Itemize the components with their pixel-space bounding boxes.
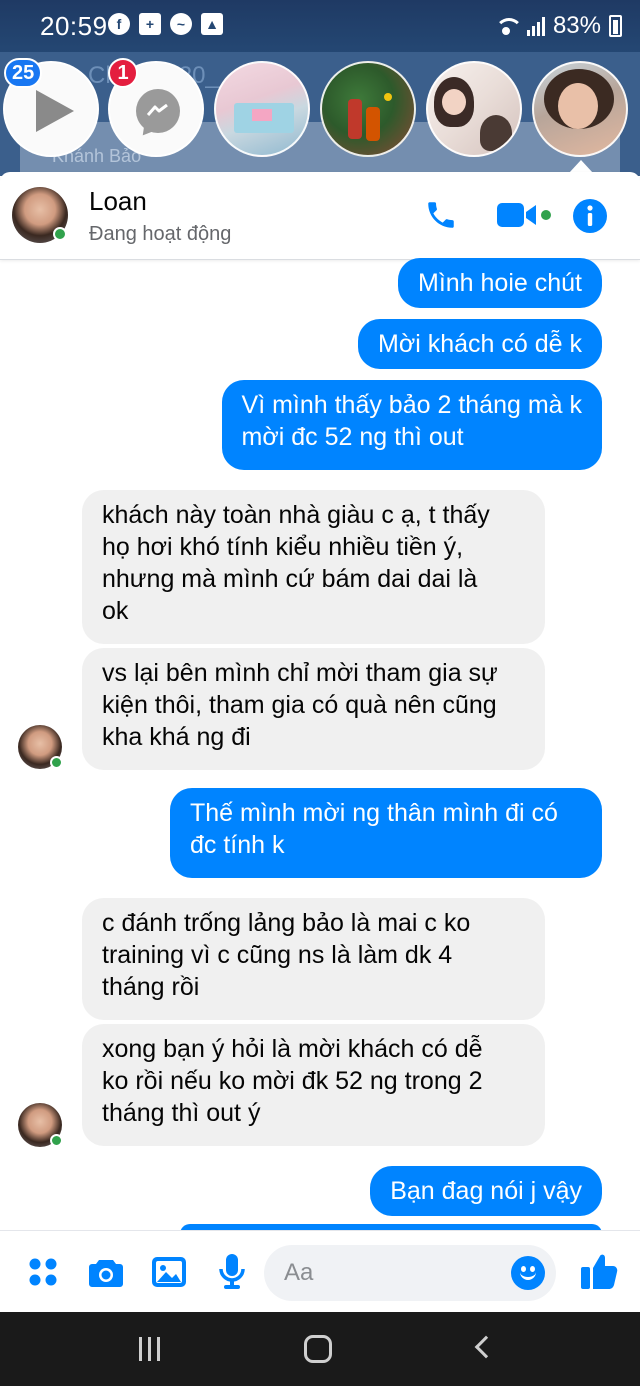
message-outgoing[interactable]: Bạn đag nói j vậy [370,1166,602,1216]
online-indicator [50,756,63,769]
video-icon[interactable] [496,199,540,231]
microphone-icon[interactable] [218,1253,246,1291]
chat-head-shop[interactable] [214,61,310,157]
status-right: 83% [493,12,622,40]
messenger-icon: ~ [170,13,192,35]
message-incoming[interactable]: vs lại bên mình chỉ mời tham gia sự kiện… [82,648,545,770]
chat-head-loan[interactable] [532,61,628,157]
system-nav-bar [0,1312,640,1386]
battery-icon [609,15,622,37]
message-input[interactable]: Aa [264,1245,556,1301]
status-bar: 20:59 f + ~ ▲ 83% [0,0,640,52]
back-icon[interactable] [474,1335,498,1359]
facebook-icon: f [108,13,130,35]
phone-icon[interactable] [424,198,458,232]
chat-head-family[interactable] [320,61,416,157]
contact-status: Đang hoạt động [89,223,232,245]
contact-name[interactable]: Loan [89,186,147,217]
contacts-icon: + [139,13,161,35]
message-incoming[interactable]: c đánh trống lảng bảo là mai c ko traini… [82,898,545,1020]
message-outgoing[interactable]: Thế mình mời ng thân mình đi có đc tính … [170,788,602,878]
video-badge: 25 [4,58,43,88]
emoji-icon[interactable] [511,1256,545,1290]
online-indicator [50,1134,63,1147]
image-icon: ▲ [201,13,223,35]
camera-icon[interactable] [88,1257,124,1289]
message-outgoing[interactable]: Mình hoie chút [398,258,602,308]
online-indicator [53,227,67,241]
info-icon[interactable] [572,198,608,234]
video-online-indicator [539,208,553,222]
message-outgoing[interactable]: Mời khách có dễ k [358,319,602,369]
message-outgoing[interactable]: Vì mình thấy bảo 2 tháng mà k mời đc 52 … [221,380,602,470]
home-icon[interactable] [304,1335,332,1363]
signal-icon [526,16,545,36]
notification-icons: f + ~ ▲ [108,13,223,35]
messenger-bolt-icon [147,104,168,116]
gallery-icon[interactable] [151,1256,187,1288]
wifi-icon [493,16,523,36]
message-incoming[interactable]: xong bạn ý hỏi là mời khách có dễ ko rồi… [82,1024,545,1146]
recents-icon[interactable] [139,1337,160,1361]
battery-percent: 83% [552,12,601,39]
composer-bar: Aa [0,1230,640,1312]
like-icon[interactable] [580,1251,618,1291]
chat-head-girl[interactable] [426,61,522,157]
message-input-placeholder: Aa [284,1259,314,1286]
menu-dots-icon[interactable] [28,1257,58,1287]
message-incoming[interactable]: khách này toàn nhà giàu c ạ, t thấy họ h… [82,490,545,644]
play-icon [36,90,74,132]
messenger-badge: 1 [108,58,138,88]
status-time: 20:59 [40,11,108,41]
